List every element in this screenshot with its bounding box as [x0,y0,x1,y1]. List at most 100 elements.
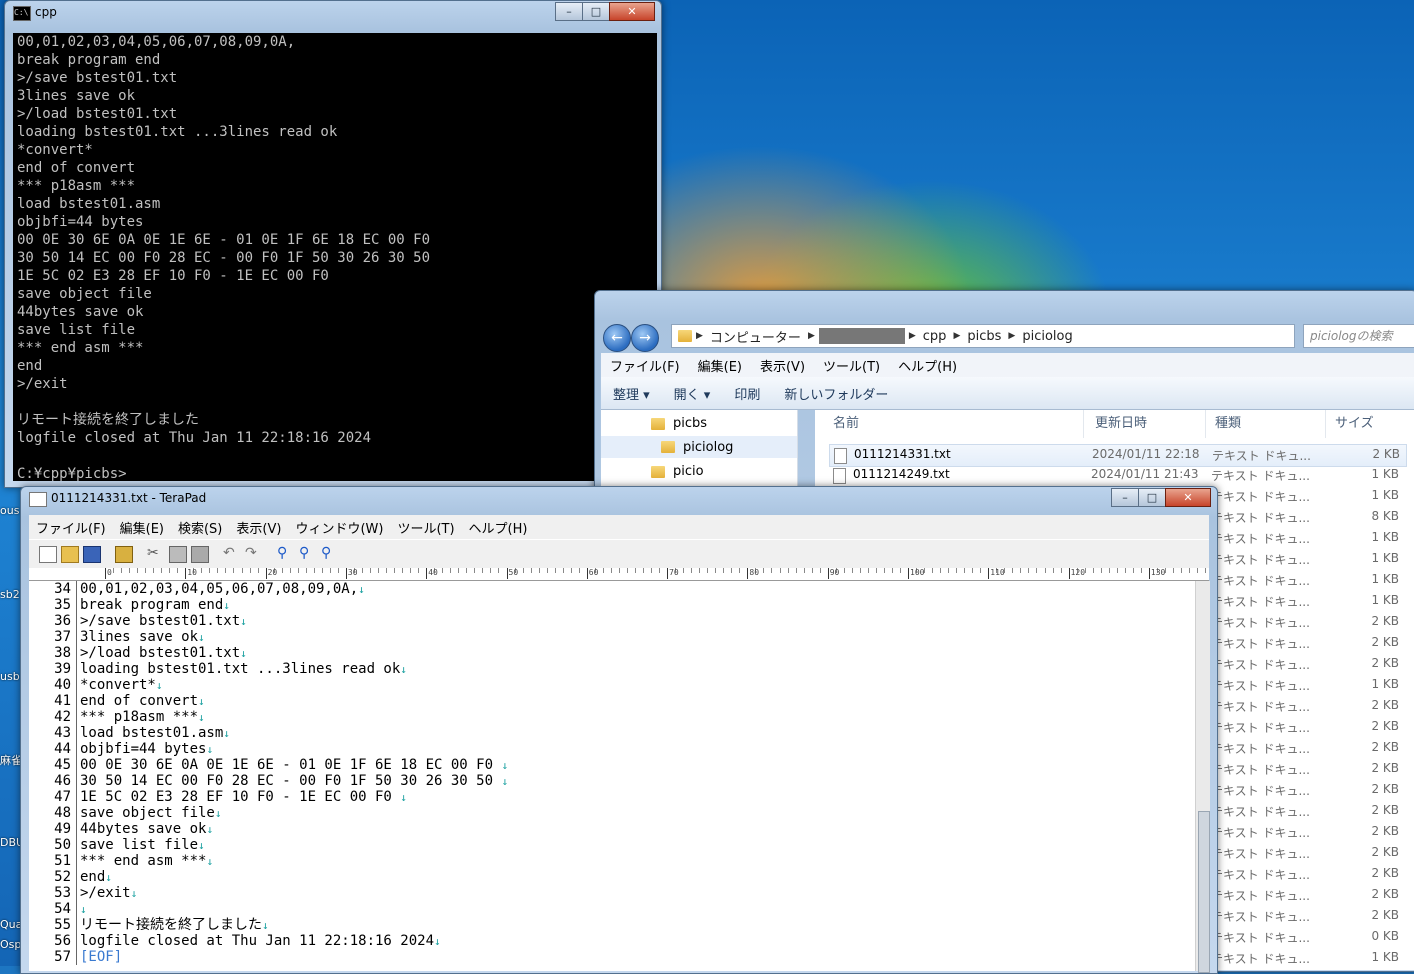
copy-icon[interactable] [169,546,187,563]
back-arrow-icon[interactable]: ← [603,324,631,352]
editor-line[interactable]: 54 ↓ [29,901,1195,917]
ruler-tick [1028,568,1030,573]
search-icon[interactable]: ⚲ [277,546,293,561]
desktop-icon-label[interactable]: DBU [0,836,22,849]
breadcrumb-item[interactable]: picbs [960,329,1008,344]
breadcrumb-item[interactable]: コンピューター [703,327,808,346]
editor-line[interactable]: 35 break program end↓ [29,597,1195,613]
menu-item[interactable]: ヘルプ(H) [462,518,535,537]
console-output[interactable]: 00,01,02,03,04,05,06,07,08,09,0A, break p… [13,33,657,481]
undo-icon[interactable]: ↶ [223,546,239,561]
ruler-tick [626,568,628,573]
breadcrumb-item[interactable]: cpp [916,329,954,344]
print-icon[interactable] [115,546,133,563]
menu-item[interactable]: 編集(E) [113,518,171,537]
editor-line[interactable]: 38 >/load bstest01.txt↓ [29,645,1195,661]
desktop-icon-label[interactable]: usb [0,670,22,683]
editor-line[interactable]: 41 end of convert↓ [29,693,1195,709]
editor-line[interactable]: 49 44bytes save ok↓ [29,821,1195,837]
editor-line[interactable]: 47 1E 5C 02 E3 28 EF 10 F0 - 1E EC 00 F0 … [29,789,1195,805]
nav-item-picio[interactable]: picio [651,464,704,479]
editor-line[interactable]: 48 save object file↓ [29,805,1195,821]
nav-item-piciolog[interactable]: piciolog [601,436,797,458]
menu-item[interactable]: 編集(E) [689,356,751,375]
maximize-button[interactable]: □ [582,2,610,21]
maximize-button[interactable]: □ [1138,488,1166,507]
menu-item[interactable]: 表示(V) [229,518,288,537]
editor-line[interactable]: 56 logfile closed at Thu Jan 11 22:18:16 … [29,933,1195,949]
menu-item[interactable]: ウィンドウ(W) [288,518,390,537]
search-next-icon[interactable]: ⚲ [299,546,315,561]
editor-line[interactable]: 43 load bstest01.asm↓ [29,725,1195,741]
close-button[interactable]: ✕ [609,2,655,21]
menu-item[interactable]: ファイル(F) [29,518,113,537]
editor-line[interactable]: 50 save list file↓ [29,837,1195,853]
ruler-tick [506,568,508,579]
menu-item[interactable]: ツール(T) [814,356,889,375]
editor-line[interactable]: 45 00 0E 30 6E 0A 0E 1E 6E - 01 0E 1F 6E … [29,757,1195,773]
editor-line[interactable]: 46 30 50 14 EC 00 F0 28 EC - 00 F0 1F 50 … [29,773,1195,789]
line-number: 45 [54,757,71,773]
command-button[interactable]: 新しいフォルダー [772,384,900,403]
minimize-button[interactable]: – [555,2,583,21]
console-window[interactable]: C:\ cpp – □ ✕ 00,01,02,03,04,05,06,07,08… [4,0,662,488]
search-prev-icon[interactable]: ⚲ [321,546,337,561]
command-button[interactable]: 印刷 [722,384,772,403]
desktop-icon-label[interactable]: sb2 [0,588,22,601]
terapad-titlebar[interactable]: 0111214331.txt - TeraPad – □ ✕ [21,487,1217,511]
editor-line[interactable]: 52 end↓ [29,869,1195,885]
terapad-window[interactable]: 0111214331.txt - TeraPad – □ ✕ ファイル(F) 編集… [20,486,1218,974]
close-button[interactable]: ✕ [1165,488,1211,507]
ruler-tick [988,568,990,579]
column-header-size[interactable]: サイズ [1335,410,1405,438]
forward-arrow-icon[interactable]: → [631,324,659,352]
command-button[interactable]: 開く ▾ [662,384,723,403]
editor-line[interactable]: 37 3lines save ok↓ [29,629,1195,645]
file-row[interactable]: 0111214331.txt 2024/01/11 22:18 テキスト ドキュ..… [829,444,1407,467]
desktop-icon-label[interactable]: Osp [0,938,22,951]
open-folder-icon[interactable] [61,546,79,563]
ruler-label: 10 [187,568,197,577]
command-button[interactable]: 整理 ▾ [601,384,662,403]
editor-line[interactable]: 36 >/save bstest01.txt↓ [29,613,1195,629]
editor-line[interactable]: 34 00,01,02,03,04,05,06,07,08,09,0A,↓ [29,581,1195,597]
editor-line[interactable]: 39 loading bstest01.txt ...3lines read ok… [29,661,1195,677]
desktop-icon-label[interactable]: Qua [0,918,22,931]
editor-line[interactable]: 42 *** p18asm ***↓ [29,709,1195,725]
file-row[interactable]: 0111214249.txt 2024/01/11 21:43 テキスト ドキュ..… [829,465,1405,486]
new-file-icon[interactable] [39,546,57,563]
text-editor[interactable]: 34 00,01,02,03,04,05,06,07,08,09,0A,↓ 35 br… [29,581,1195,971]
ruler-tick [241,568,243,573]
editor-line[interactable]: 53 >/exit↓ [29,885,1195,901]
nav-item-picbs[interactable]: picbs [651,416,707,431]
desktop-icon-label[interactable]: ous [0,504,22,517]
paste-icon[interactable] [191,546,209,563]
address-input[interactable]: ▶ コンピューター ▶ ▶ cpp ▶ picbs ▶ piciolog [671,324,1295,348]
editor-line[interactable]: 44 objbfi=44 bytes↓ [29,741,1195,757]
editor-line[interactable]: 55 リモート接続を終了しました↓ [29,917,1195,933]
vertical-scrollbar[interactable] [1195,581,1210,973]
minimize-button[interactable]: – [1111,488,1139,507]
column-header-name[interactable]: 名前 [833,410,1084,438]
file-date: 2024/01/11 22:18 [1092,447,1200,461]
editor-line[interactable]: 57 [EOF] [29,949,1195,965]
editor-line[interactable]: 40 *convert*↓ [29,677,1195,693]
menu-item[interactable]: ヘルプ(H) [889,356,966,375]
save-icon[interactable] [83,546,101,563]
redo-icon[interactable]: ↷ [245,546,261,561]
search-input[interactable]: piciologの検索 [1303,324,1414,348]
column-header-type[interactable]: 種類 [1215,410,1326,438]
menu-item[interactable]: ファイル(F) [601,356,689,375]
menu-item[interactable]: 検索(S) [171,518,229,537]
ruler-tick [474,568,476,573]
ruler-tick [313,568,315,573]
menu-item[interactable]: 表示(V) [751,356,814,375]
cut-icon[interactable]: ✂ [147,546,163,561]
editor-line[interactable]: 51 *** end asm ***↓ [29,853,1195,869]
desktop-icon-label[interactable]: 麻雀 [0,752,22,768]
console-titlebar[interactable]: C:\ cpp – □ ✕ [5,1,661,25]
scrollbar-thumb[interactable] [1198,811,1210,973]
column-header-date[interactable]: 更新日時 [1095,410,1206,438]
breadcrumb-item[interactable]: piciolog [1015,329,1079,344]
menu-item[interactable]: ツール(T) [390,518,461,537]
